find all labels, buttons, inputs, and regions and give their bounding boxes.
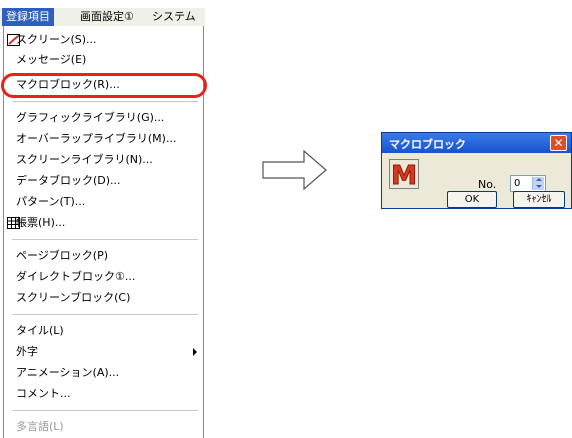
menu-item-animation[interactable]: アニメーション(A)... <box>16 364 119 382</box>
highlight-ring <box>1 73 207 98</box>
menu-separator <box>12 101 198 102</box>
dialog-title-bar: マクロブロック ✕ <box>382 133 571 153</box>
menu-item-message[interactable]: メッセージ(E) <box>16 51 86 69</box>
menu-item-data-block[interactable]: データブロック(D)... <box>16 172 121 190</box>
close-icon[interactable]: ✕ <box>550 135 567 151</box>
menu-item-screen-block[interactable]: スクリーンブロック(C) <box>16 289 130 307</box>
submenu-arrow-icon <box>193 348 197 356</box>
menu-item-multilanguage: 多言語(L) <box>16 420 64 433</box>
macro-icon-letter: M <box>391 161 417 189</box>
menu-item-comment[interactable]: コメント... <box>16 385 71 403</box>
macro-block-dialog: マクロブロック ✕ M No. 0 OK ｷｬﾝｾﾙ <box>381 132 572 209</box>
cancel-button[interactable]: ｷｬﾝｾﾙ <box>513 191 565 208</box>
menu-item-screen[interactable]: スクリーン(S)... <box>16 31 97 49</box>
menubar-screen-settings[interactable]: 画面設定① <box>76 8 138 26</box>
menu-item-report[interactable]: 帳票(H)... <box>16 214 65 232</box>
menu-item-external-characters[interactable]: 外字 <box>16 343 38 361</box>
menu-item-pattern[interactable]: パターン(T)... <box>16 193 85 211</box>
menu-item-overlap-library[interactable]: オーバーラップライブラリ(M)... <box>16 130 176 148</box>
menu-item-tile[interactable]: タイル(L) <box>16 322 64 340</box>
menu-separator <box>12 314 198 315</box>
number-value: 0 <box>514 178 521 189</box>
menubar-system[interactable]: システム <box>148 8 200 26</box>
menu-bar: 登録項目 画面設定① システム <box>0 8 205 26</box>
menu-item-graphic-library[interactable]: グラフィックライブラリ(G)... <box>16 109 164 127</box>
right-arrow-icon <box>262 150 327 190</box>
menu-separator <box>12 410 198 411</box>
menu-item-direct-block[interactable]: ダイレクトブロック①... <box>16 268 135 286</box>
dialog-title: マクロブロック <box>389 138 466 151</box>
number-label: No. <box>478 178 497 191</box>
ok-button[interactable]: OK <box>447 191 497 208</box>
menubar-register-items[interactable]: 登録項目 <box>2 8 54 26</box>
menu-separator <box>12 239 198 240</box>
number-stepper[interactable]: 0 <box>510 175 546 192</box>
menu-item-screen-library[interactable]: スクリーンライブラリ(N)... <box>16 151 153 169</box>
spin-arrows-icon[interactable] <box>532 177 544 190</box>
menu-item-page-block[interactable]: ページブロック(P) <box>16 247 108 265</box>
macro-m-icon: M <box>389 159 419 189</box>
